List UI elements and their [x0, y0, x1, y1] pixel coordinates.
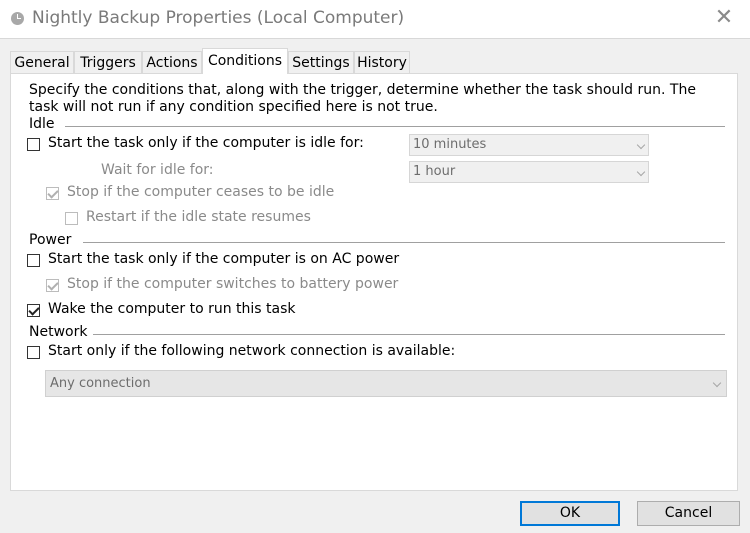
wait-for-idle-label: Wait for idle for:: [101, 162, 214, 178]
stop-if-ceases-idle-label: Stop if the computer ceases to be idle: [67, 184, 335, 200]
chevron-down-icon: [712, 378, 722, 388]
window-title: Nightly Backup Properties (Local Compute…: [32, 8, 405, 28]
stop-if-ceases-idle-checkbox[interactable]: [46, 187, 59, 200]
wake-to-run-checkbox[interactable]: [27, 304, 40, 317]
task-scheduler-clock-icon: [11, 12, 24, 25]
cancel-button[interactable]: Cancel: [637, 501, 740, 526]
idle-start-checkbox[interactable]: [27, 138, 40, 151]
idle-duration-combo[interactable]: 10 minutes: [409, 134, 649, 156]
tab-triggers[interactable]: Triggers: [74, 51, 142, 73]
power-group-label: Power: [29, 232, 72, 248]
idle-separator: [65, 126, 725, 127]
wake-to-run-label: Wake the computer to run this task: [48, 301, 296, 317]
network-checkbox[interactable]: [27, 346, 40, 359]
power-separator: [83, 242, 725, 243]
checkmark-icon: [28, 304, 40, 316]
title-bar: Nightly Backup Properties (Local Compute…: [0, 0, 750, 39]
network-connection-combo[interactable]: Any connection: [45, 370, 727, 397]
network-group-label: Network: [29, 324, 88, 340]
ok-button[interactable]: OK: [520, 501, 620, 526]
start-on-ac-checkbox[interactable]: [27, 254, 40, 267]
tab-settings[interactable]: Settings: [288, 51, 354, 73]
stop-on-battery-checkbox[interactable]: [46, 279, 59, 292]
checkmark-icon: [47, 279, 59, 291]
close-button[interactable]: ✕: [704, 4, 744, 34]
network-separator: [93, 334, 725, 335]
stop-on-battery-label: Stop if the computer switches to battery…: [67, 276, 399, 292]
wait-for-idle-combo[interactable]: 1 hour: [409, 161, 649, 183]
restart-if-idle-resumes-label: Restart if the idle state resumes: [86, 209, 311, 225]
tab-history[interactable]: History: [354, 51, 410, 73]
idle-duration-value: 10 minutes: [413, 137, 487, 152]
start-on-ac-label: Start the task only if the computer is o…: [48, 251, 400, 267]
chevron-down-icon: [636, 167, 646, 177]
tab-general[interactable]: General: [10, 51, 74, 73]
wait-for-idle-value: 1 hour: [413, 164, 456, 179]
chevron-down-icon: [636, 140, 646, 150]
conditions-description: Specify the conditions that, along with …: [29, 82, 696, 115]
network-connection-value: Any connection: [50, 376, 151, 391]
idle-start-label: Start the task only if the computer is i…: [48, 135, 364, 151]
conditions-panel: Specify the conditions that, along with …: [10, 73, 738, 491]
network-label: Start only if the following network conn…: [48, 343, 456, 359]
idle-group-label: Idle: [29, 116, 55, 132]
restart-if-idle-resumes-checkbox[interactable]: [65, 212, 78, 225]
checkmark-icon: [47, 187, 59, 199]
tab-conditions[interactable]: Conditions: [202, 48, 288, 74]
tab-actions[interactable]: Actions: [142, 51, 202, 73]
